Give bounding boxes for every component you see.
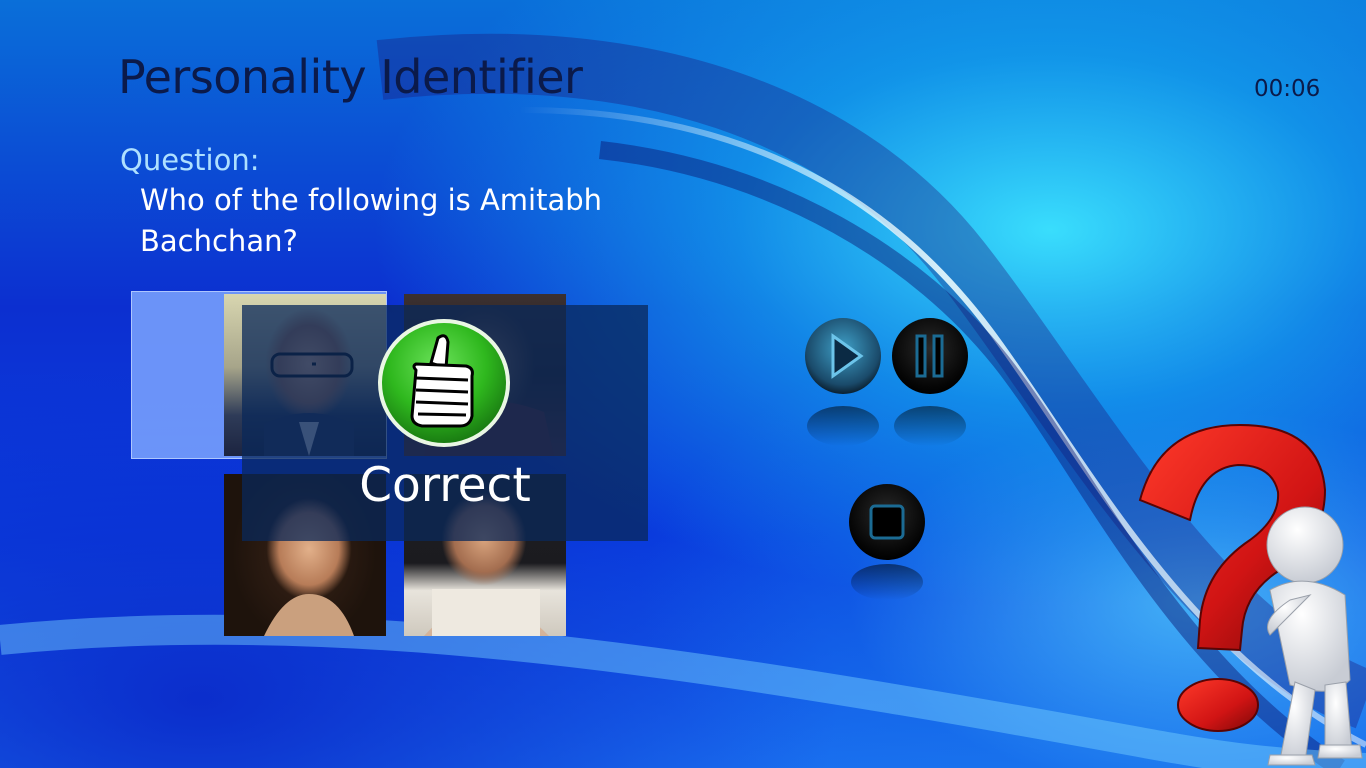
question-label: Question: — [120, 143, 260, 177]
question-text: Who of the following is Amitabh Bachchan… — [140, 183, 603, 258]
question-mark-figure-icon — [1138, 423, 1363, 766]
app-title: Personality Identifier — [118, 50, 583, 104]
result-text: Correct — [359, 458, 531, 513]
stop-button[interactable] — [847, 482, 927, 602]
pause-button[interactable] — [890, 316, 970, 446]
thumbs-up-icon — [378, 319, 510, 447]
timer: 00:06 — [1254, 76, 1321, 102]
play-button[interactable] — [803, 316, 883, 446]
stop-icon — [869, 504, 905, 540]
